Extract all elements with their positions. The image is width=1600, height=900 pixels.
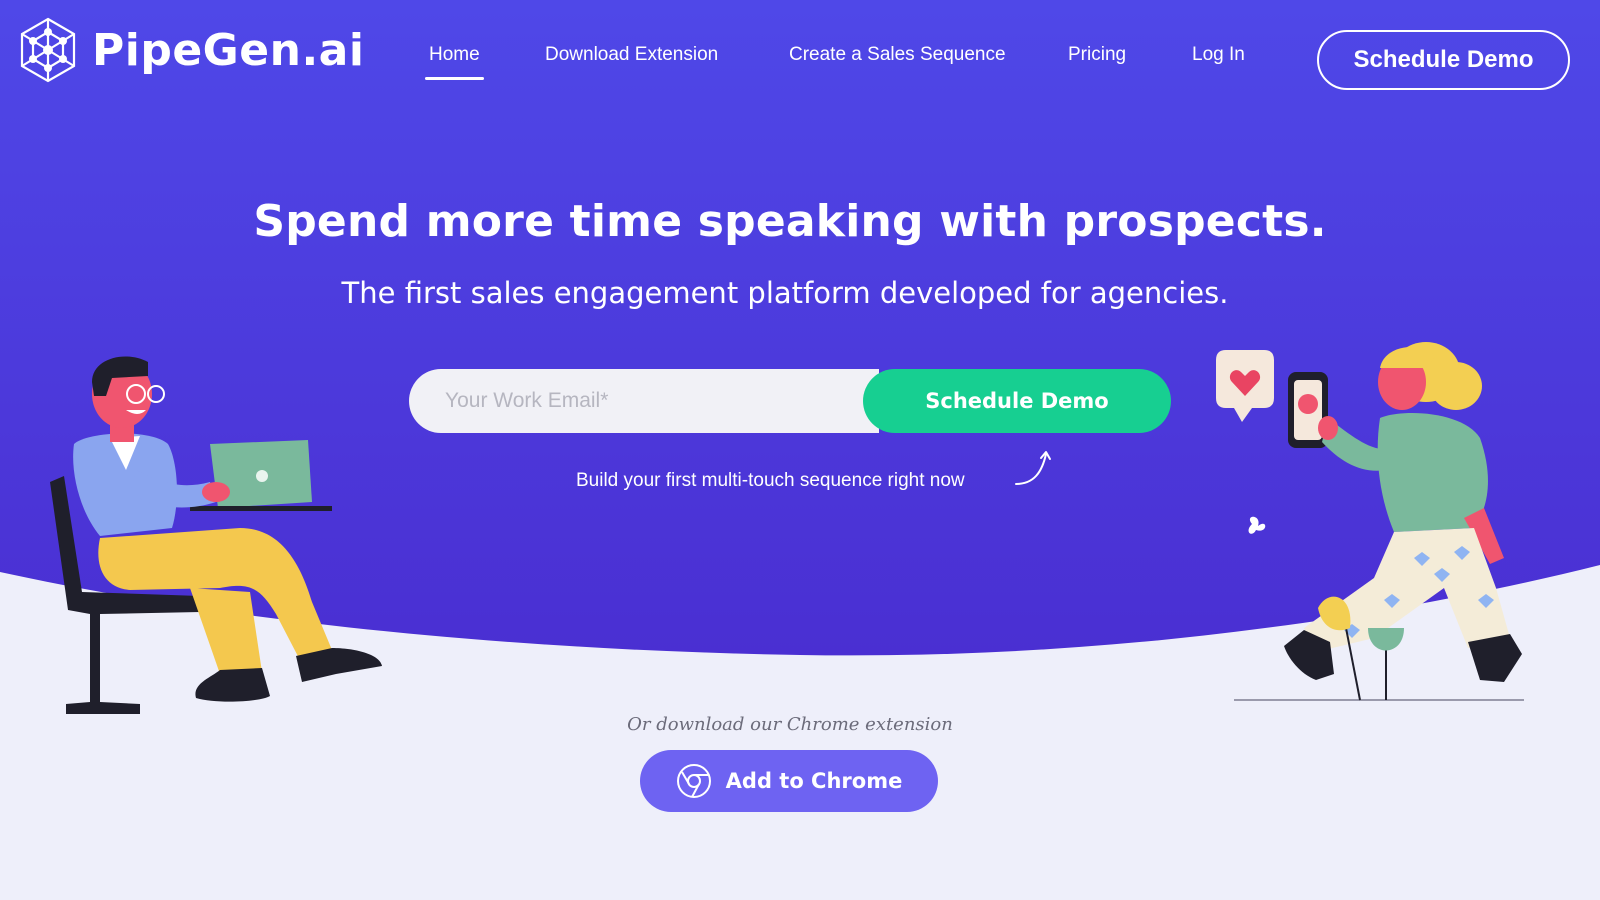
hero-schedule-demo-button[interactable]: Schedule Demo <box>863 369 1171 433</box>
brand-name: PipeGen.ai <box>92 24 365 76</box>
nav-home[interactable]: Home <box>425 44 484 80</box>
nav-log-in[interactable]: Log In <box>1192 44 1245 66</box>
nav-create-sales-sequence[interactable]: Create a Sales Sequence <box>789 44 1006 66</box>
work-email-input[interactable] <box>409 369 879 433</box>
hero-headline: Spend more time speaking with prospects. <box>253 196 1327 247</box>
add-to-chrome-button[interactable]: Add to Chrome <box>640 750 938 812</box>
header-schedule-demo-button[interactable]: Schedule Demo <box>1317 30 1570 90</box>
add-to-chrome-label: Add to Chrome <box>725 769 903 793</box>
hero-section: PipeGen.ai Home Download Extension Creat… <box>0 0 1600 900</box>
chrome-icon <box>676 764 711 798</box>
nav-pricing[interactable]: Pricing <box>1068 44 1126 66</box>
man-with-laptop-illustration <box>50 356 382 714</box>
form-hint-text: Build your first multi-touch sequence ri… <box>576 470 965 491</box>
curved-arrow-icon <box>1015 451 1051 485</box>
hero-subheadline: The first sales engagement platform deve… <box>341 276 1229 310</box>
woman-with-phone-illustration <box>1216 342 1524 701</box>
brand-logo[interactable]: PipeGen.ai <box>14 16 364 84</box>
chrome-extension-caption: Or download our Chrome extension <box>627 714 953 735</box>
network-logo-icon <box>20 17 76 83</box>
demo-signup-form: Schedule Demo <box>409 369 1171 433</box>
nav-download-extension[interactable]: Download Extension <box>545 44 718 66</box>
